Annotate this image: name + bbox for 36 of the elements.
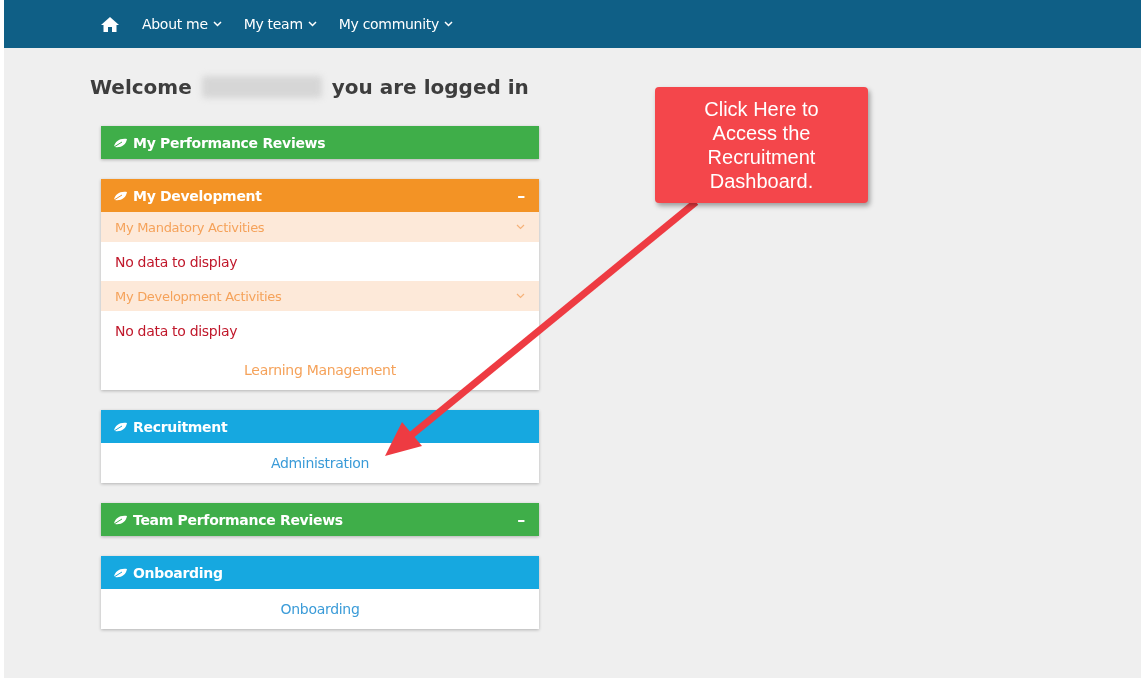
welcome-text: you are logged in xyxy=(331,75,529,99)
section-title: My Mandatory Activities xyxy=(115,219,265,235)
panel-header[interactable]: Onboarding xyxy=(101,556,539,589)
section-row[interactable]: My Development Activities xyxy=(101,281,539,311)
panel-header[interactable]: Recruitment xyxy=(101,410,539,443)
panel-title: My Performance Reviews xyxy=(133,134,327,151)
chevron-down-icon xyxy=(307,21,317,27)
panel-title: Team Performance Reviews xyxy=(133,511,344,528)
collapse-toggle[interactable]: – xyxy=(517,510,525,529)
leaf-icon xyxy=(113,190,128,201)
collapse-toggle[interactable]: – xyxy=(517,186,525,205)
section-row[interactable]: My Mandatory Activities xyxy=(101,212,539,242)
panel-header[interactable]: My Development – xyxy=(101,179,539,212)
panel-link[interactable]: Onboarding xyxy=(280,601,360,617)
nav-menu[interactable]: About me xyxy=(142,16,222,32)
welcome-text: Welcome xyxy=(90,75,192,99)
nav-menu[interactable]: My community xyxy=(338,16,453,32)
leaf-icon xyxy=(113,137,128,148)
chevron-down-icon xyxy=(443,21,453,27)
nav-menu[interactable]: My team xyxy=(243,16,317,32)
panel-header[interactable]: Team Performance Reviews – xyxy=(101,503,539,536)
leaf-icon xyxy=(113,567,128,578)
panel-title: Recruitment xyxy=(133,418,229,435)
panel-link[interactable]: Administration xyxy=(270,455,370,471)
panel-header[interactable]: My Performance Reviews xyxy=(101,126,539,159)
section-title: My Development Activities xyxy=(115,288,282,304)
leaf-icon xyxy=(113,514,128,525)
callout-note: Click Here to Access the Recruitment Dashboard. xyxy=(655,87,868,203)
panel-title: My Development xyxy=(133,187,263,204)
home-icon[interactable] xyxy=(100,15,120,33)
panel-link[interactable]: Learning Management xyxy=(244,362,396,378)
empty-message: No data to display xyxy=(115,253,238,270)
empty-message: No data to display xyxy=(115,322,238,339)
chevron-down-icon xyxy=(212,21,222,27)
leaf-icon xyxy=(113,421,128,432)
panel-title: Onboarding xyxy=(133,564,224,581)
